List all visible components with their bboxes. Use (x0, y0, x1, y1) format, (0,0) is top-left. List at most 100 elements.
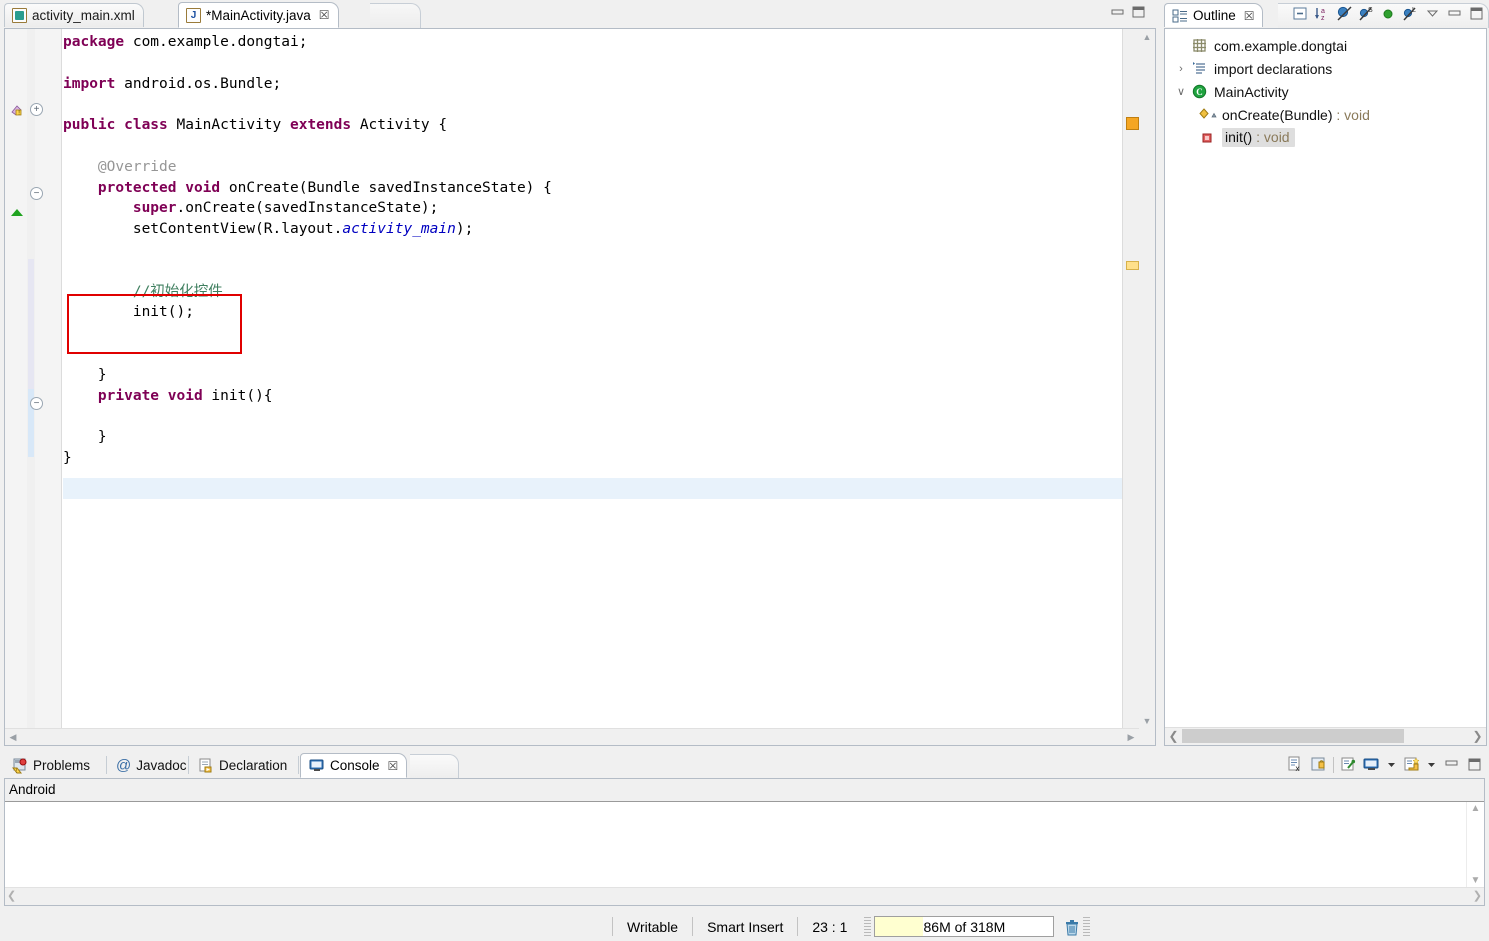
view-menu-icon[interactable] (1424, 5, 1441, 22)
close-icon[interactable]: ☒ (1244, 10, 1255, 22)
outline-item-label-wrap: MainActivity (1214, 84, 1289, 100)
scroll-left-arrow-icon[interactable]: ❮ (1165, 728, 1182, 745)
open-console-dropdown-icon[interactable] (1426, 756, 1437, 773)
folding-gutter[interactable] (35, 29, 62, 745)
code-token: protected void (97, 179, 221, 196)
overridden-method-marker-icon (11, 209, 23, 216)
tab-problems[interactable]: ! Problems (4, 753, 98, 778)
tab-declaration[interactable]: Declaration (190, 753, 295, 778)
console-horizontal-scrollbar[interactable]: ❮ ❯ (5, 887, 1484, 905)
ruler-occurrence-marker[interactable] (1126, 261, 1139, 270)
console-vertical-scrollbar[interactable]: ▲ ▼ (1466, 802, 1484, 888)
outline-tree-item[interactable]: › import declarations (1165, 57, 1486, 80)
code-token: import (63, 75, 116, 92)
minimize-icon[interactable] (1110, 6, 1125, 19)
console-view[interactable]: Android ▲ ▼ ❮ ❯ (4, 778, 1485, 906)
scroll-right-arrow-icon[interactable]: ❯ (1469, 728, 1486, 745)
code-line: } (63, 448, 1115, 469)
editor-vertical-scrollbar[interactable]: ▲ ▼ (1139, 29, 1155, 745)
annotation-gutter[interactable] (5, 29, 28, 745)
outline-tree-item[interactable]: ∨ C MainActivity (1165, 80, 1486, 103)
display-selected-console-icon[interactable] (1363, 756, 1380, 773)
eclipse-window: activity_main.xml J *MainActivity.java ☒ (0, 0, 1489, 941)
scroll-down-arrow-icon[interactable]: ▼ (1139, 713, 1155, 729)
scroll-left-arrow-icon[interactable]: ◀ (5, 729, 21, 745)
tab-label: Console (330, 758, 380, 773)
open-console-icon[interactable] (1403, 756, 1420, 773)
tab-console[interactable]: Console ☒ (300, 753, 408, 778)
code-token: @Override (63, 158, 177, 175)
svg-text:C: C (1196, 87, 1203, 97)
overview-ruler[interactable] (1122, 29, 1139, 745)
close-icon[interactable]: ☒ (388, 760, 399, 772)
editor-tab-label: *MainActivity.java (206, 7, 311, 23)
outline-tree-item[interactable]: onCreate(Bundle) : void (1165, 103, 1486, 126)
code-line: package com.example.dongtai; (63, 32, 1115, 53)
editor-horizontal-scrollbar[interactable]: ◀ ▶ (5, 728, 1139, 745)
editor-tab-activity-main-xml[interactable]: activity_main.xml (4, 3, 144, 27)
code-text[interactable]: package com.example.dongtai; import andr… (63, 29, 1115, 745)
code-line: private void init(){ (63, 386, 1115, 407)
pin-console-icon[interactable] (1340, 756, 1357, 773)
status-resize-grip[interactable] (864, 917, 872, 936)
run-garbage-collector-icon[interactable] (1064, 918, 1080, 936)
status-cursor-position: 23 : 1 (812, 918, 848, 935)
code-token: .onCreate(savedInstanceState); (176, 200, 439, 217)
chevron-right-icon[interactable]: › (1171, 63, 1191, 75)
editor-tab-mainactivity-java[interactable]: J *MainActivity.java ☒ (178, 2, 339, 28)
collapse-all-icon[interactable] (1292, 5, 1309, 22)
editor-window-controls (1110, 6, 1146, 19)
scroll-left-arrow-icon[interactable]: ❮ (7, 888, 16, 904)
outline-tab[interactable]: Outline ☒ (1164, 3, 1263, 27)
status-resize-grip[interactable] (1083, 917, 1091, 936)
maximize-icon[interactable] (1468, 5, 1485, 22)
outline-toolbar: a z S L (1292, 5, 1485, 22)
scroll-down-arrow-icon[interactable]: ▼ (1467, 874, 1484, 888)
minimize-icon[interactable] (1446, 5, 1463, 22)
close-icon[interactable]: ☒ (319, 9, 330, 21)
hide-fields-icon[interactable] (1336, 5, 1353, 22)
scroll-right-arrow-icon[interactable]: ❯ (1473, 888, 1482, 904)
fold-collapse-icon[interactable]: − (30, 397, 43, 410)
warning-marker-icon[interactable]: ! (10, 103, 24, 117)
display-console-dropdown-icon[interactable] (1386, 756, 1397, 773)
outline-view: Outline ☒ a z S L com.example.dongtai › … (1162, 0, 1489, 750)
clear-console-icon[interactable]: x (1287, 756, 1304, 773)
code-line: setContentView(R.layout.activity_main); (63, 219, 1115, 240)
console-output[interactable] (5, 802, 1467, 888)
scroll-lock-icon[interactable] (1310, 756, 1327, 773)
sort-icon[interactable]: a z (1314, 5, 1331, 22)
hide-nonpublic-icon[interactable] (1380, 5, 1397, 22)
outline-tree-item[interactable]: init() : void (1165, 126, 1486, 149)
scroll-up-arrow-icon[interactable]: ▲ (1467, 802, 1484, 816)
scroll-up-arrow-icon[interactable]: ▲ (1139, 29, 1155, 45)
heap-status-indicator[interactable]: 86M of 318M (874, 916, 1055, 937)
hide-static-icon[interactable]: S (1358, 5, 1375, 22)
outline-tree-item[interactable]: com.example.dongtai (1165, 34, 1486, 57)
maximize-icon[interactable] (1131, 6, 1146, 19)
scroll-right-arrow-icon[interactable]: ▶ (1123, 729, 1139, 745)
outline-tree[interactable]: com.example.dongtai › import declarations ∨… (1165, 29, 1486, 149)
outline-horizontal-scrollbar[interactable]: ❮ ❯ (1165, 727, 1486, 745)
tab-javadoc[interactable]: @ Javadoc (108, 753, 195, 778)
outline-body[interactable]: com.example.dongtai › import declarations ∨… (1164, 28, 1487, 746)
fold-expand-icon[interactable]: + (30, 103, 43, 116)
editor-body[interactable]: ! + − − package com.example.dongtai; imp… (4, 28, 1156, 746)
svg-text:z: z (1321, 15, 1325, 22)
code-token: init(){ (202, 387, 273, 404)
code-line: } (63, 365, 1115, 386)
scrollbar-thumb[interactable] (1182, 729, 1404, 743)
hide-local-types-icon[interactable]: L (1402, 5, 1419, 22)
current-line-highlight (63, 478, 1126, 499)
chevron-down-icon[interactable]: ∨ (1171, 85, 1191, 98)
svg-text:!: ! (16, 768, 17, 774)
fold-collapse-icon[interactable]: − (30, 187, 43, 200)
minimize-icon[interactable] (1443, 756, 1460, 773)
code-token: setContentView(R.layout. (63, 221, 343, 238)
toolbar-separator (1333, 756, 1334, 773)
heap-label: 86M of 318M (923, 918, 1006, 935)
ruler-warning-marker[interactable] (1126, 117, 1139, 130)
maximize-icon[interactable] (1466, 756, 1483, 773)
